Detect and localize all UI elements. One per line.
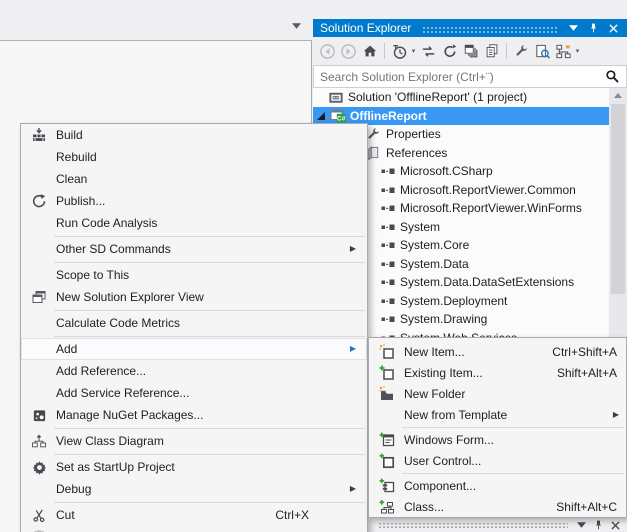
assembly-icon: [379, 163, 396, 179]
user-control-icon: [377, 453, 397, 469]
menu-item-build[interactable]: Build: [21, 124, 367, 146]
assembly-icon: [379, 311, 396, 327]
hierarchy-button[interactable]: [553, 40, 574, 62]
titlebar-grip[interactable]: [378, 522, 568, 528]
scrollbar-up-icon[interactable]: [614, 93, 622, 98]
menu-item-new-solution-explorer-view[interactable]: New Solution Explorer View: [21, 286, 367, 308]
menu-item-calculate-code-metrics[interactable]: Calculate Code Metrics: [21, 312, 367, 334]
dropdown-caret-icon[interactable]: ▾: [573, 47, 582, 55]
search-icon[interactable]: [605, 69, 620, 84]
menu-item-view-class-diagram[interactable]: View Class Diagram: [21, 430, 367, 452]
menu-item-other-sd-commands[interactable]: Other SD Commands ▶: [21, 238, 367, 260]
menu-item-new-item[interactable]: New Item... Ctrl+Shift+A: [369, 341, 626, 362]
solution-explorer-titlebar[interactable]: Solution Explorer: [313, 19, 627, 37]
chevron-down-icon[interactable]: [576, 519, 587, 531]
project-context-menu: Build Rebuild Clean Publish... Run Code …: [20, 123, 368, 532]
editor-top-strip: [0, 0, 312, 41]
toolbar-overflow-chevron-icon[interactable]: [292, 23, 302, 30]
assembly-icon: [379, 182, 396, 198]
class-icon: [377, 499, 397, 515]
vs-window: Solution Explorer ▾▾ Solution 'OfflineRe…: [0, 0, 627, 532]
titlebar-buttons: [567, 21, 627, 35]
dropdown-caret-icon[interactable]: ▾: [409, 47, 418, 55]
add-submenu: New Item... Ctrl+Shift+A Existing Item..…: [368, 337, 627, 518]
build-icon: [29, 127, 49, 143]
solution-explorer-toolbar: ▾▾: [313, 37, 627, 65]
class-diagram-icon: [29, 433, 49, 449]
nuget-icon: [29, 407, 49, 423]
close-icon[interactable]: [610, 519, 621, 531]
submenu-arrow-icon: ▶: [350, 485, 356, 493]
menu-item-add-service-reference[interactable]: Add Service Reference...: [21, 382, 367, 404]
submenu-arrow-icon: ▶: [350, 245, 356, 253]
csharp-project-icon: C#: [329, 108, 346, 124]
back-button[interactable]: [317, 40, 338, 62]
inactive-panel-titlebar[interactable]: [368, 518, 627, 532]
menu-item-paste[interactable]: Paste Ctrl+V: [21, 526, 367, 532]
new-view-icon: [29, 289, 49, 305]
new-item-icon: [377, 344, 397, 360]
menu-item-new-folder[interactable]: New Folder: [369, 383, 626, 404]
panel-title: Solution Explorer: [313, 21, 411, 35]
assembly-icon: [379, 200, 396, 216]
sync-button[interactable]: [418, 40, 439, 62]
pin-icon[interactable]: [587, 21, 600, 35]
menu-item-add[interactable]: Add ▶: [21, 338, 367, 360]
toolbar-separator: [506, 43, 507, 59]
pin-icon[interactable]: [593, 519, 604, 531]
titlebar-grip[interactable]: [422, 26, 558, 33]
component-icon: [377, 478, 397, 494]
menu-item-manage-nuget-packages[interactable]: Manage NuGet Packages...: [21, 404, 367, 426]
windows-form-icon: [377, 432, 397, 448]
show-all-files-button[interactable]: [481, 40, 502, 62]
collapse-all-button[interactable]: [460, 40, 481, 62]
menu-item-publish[interactable]: Publish...: [21, 190, 367, 212]
existing-item-icon: [377, 365, 397, 381]
search-box: [313, 65, 627, 88]
assembly-icon: [379, 256, 396, 272]
assembly-icon: [379, 293, 396, 309]
new-folder-icon: [377, 386, 397, 402]
menu-item-run-code-analysis[interactable]: Run Code Analysis: [21, 212, 367, 234]
gear-icon: [29, 459, 49, 475]
submenu-arrow-icon: ▶: [613, 411, 619, 419]
menu-item-add-reference[interactable]: Add Reference...: [21, 360, 367, 382]
svg-text:C#: C#: [336, 115, 345, 122]
menu-item-windows-form[interactable]: Windows Form...: [369, 429, 626, 450]
menu-item-scope-to-this[interactable]: Scope to This: [21, 264, 367, 286]
home-button[interactable]: [359, 40, 380, 62]
assembly-icon: [379, 219, 396, 235]
refresh-button[interactable]: [439, 40, 460, 62]
assembly-icon: [379, 237, 396, 253]
menu-item-rebuild[interactable]: Rebuild: [21, 146, 367, 168]
publish-icon: [29, 193, 49, 209]
search-input[interactable]: [313, 65, 627, 88]
menu-item-existing-item[interactable]: Existing Item... Shift+Alt+A: [369, 362, 626, 383]
menu-item-new-from-template[interactable]: New from Template ▶: [369, 404, 626, 425]
scrollbar-thumb[interactable]: [611, 104, 625, 294]
submenu-arrow-icon: ▶: [350, 345, 356, 353]
assembly-icon: [379, 274, 396, 290]
wrench-button[interactable]: [511, 40, 532, 62]
solution-icon: [327, 89, 344, 105]
menu-item-class[interactable]: Class... Shift+Alt+C: [369, 496, 626, 517]
history-button[interactable]: [389, 40, 410, 62]
menu-item-debug[interactable]: Debug ▶: [21, 478, 367, 500]
expander-icon[interactable]: [317, 112, 325, 120]
preview-button[interactable]: [532, 40, 553, 62]
menu-item-user-control[interactable]: User Control...: [369, 450, 626, 471]
bottombar-buttons: [576, 519, 627, 531]
close-icon[interactable]: [607, 21, 620, 35]
forward-button[interactable]: [338, 40, 359, 62]
tree-item-solution-offlinereport-1-project[interactable]: Solution 'OfflineReport' (1 project): [313, 88, 627, 107]
menu-item-cut[interactable]: Cut Ctrl+X: [21, 504, 367, 526]
menu-item-set-as-startup-project[interactable]: Set as StartUp Project: [21, 456, 367, 478]
toolbar-separator: [384, 43, 385, 59]
menu-item-component[interactable]: Component...: [369, 475, 626, 496]
cut-icon: [29, 507, 49, 523]
chevron-down-icon[interactable]: [567, 21, 580, 35]
menu-item-clean[interactable]: Clean: [21, 168, 367, 190]
